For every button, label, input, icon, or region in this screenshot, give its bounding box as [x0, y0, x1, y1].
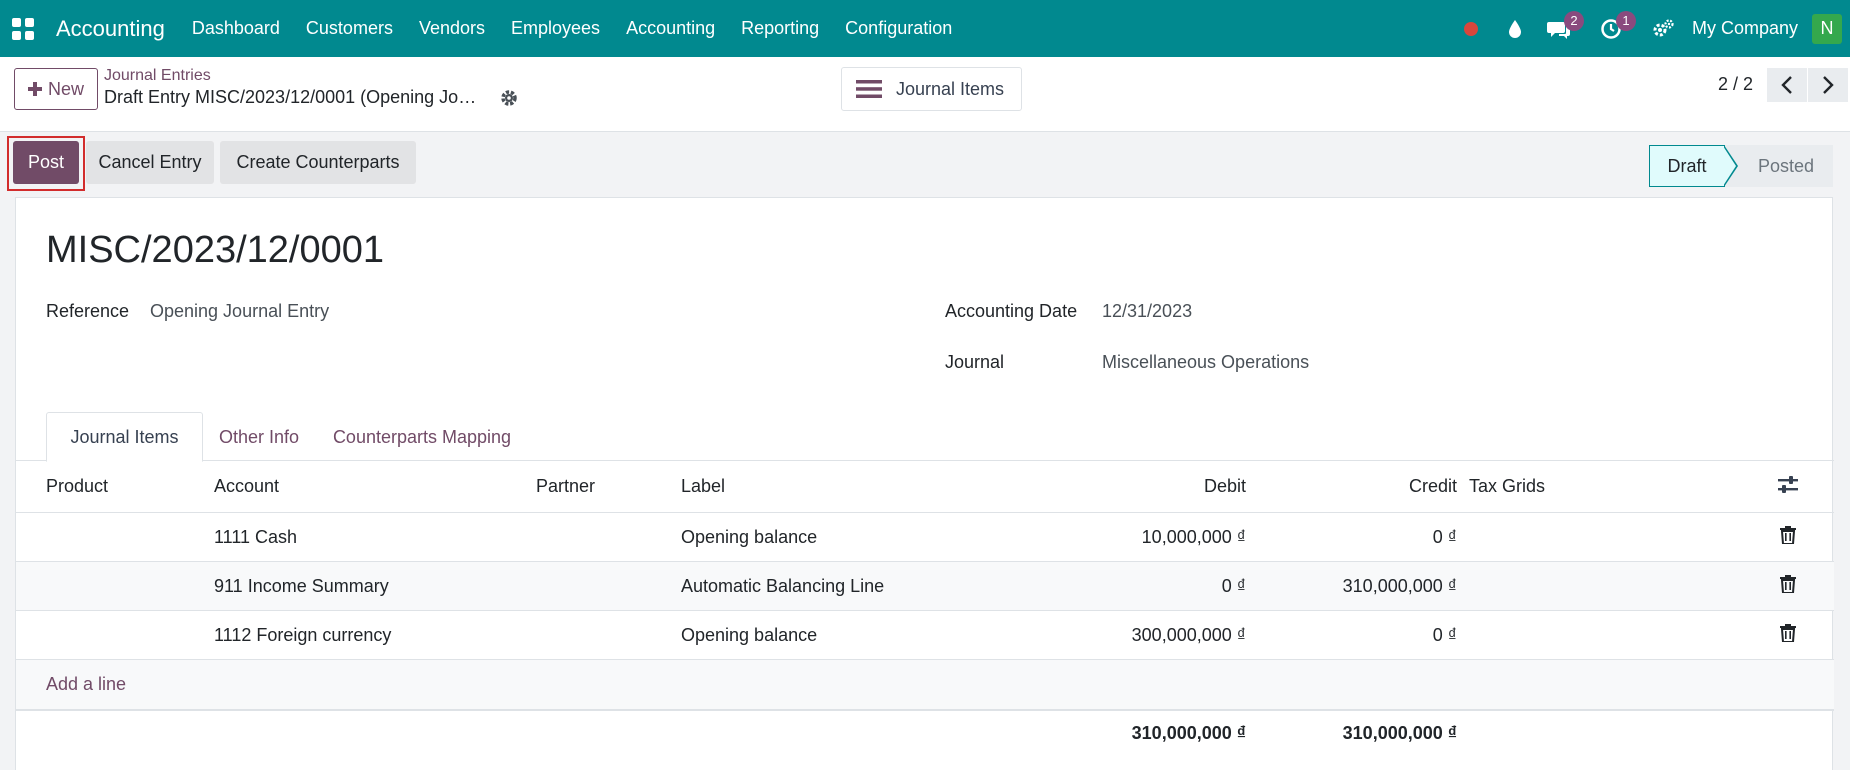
notebook-tabs: Journal Items Other Info Counterparts Ma… [16, 412, 1834, 462]
control-panel: New Journal Entries Draft Entry MISC/202… [0, 57, 1850, 132]
activity-clock-icon[interactable]: 1 [1596, 10, 1636, 44]
row-account[interactable]: 1112 Foreign currency [214, 625, 391, 646]
stage-arrow-fill [1723, 146, 1736, 186]
apps-menu-icon[interactable] [12, 17, 34, 40]
menu-dashboard[interactable]: Dashboard [179, 18, 293, 39]
row-label[interactable]: Automatic Balancing Line [681, 576, 884, 597]
top-navbar: Accounting Dashboard Customers Vendors E… [0, 0, 1850, 57]
row-debit[interactable]: 0 ₫ [1016, 576, 1246, 597]
pager-next-button[interactable] [1808, 68, 1848, 102]
accounting-date-field[interactable]: 12/31/2023 [1102, 301, 1192, 322]
activities-badge: 1 [1615, 10, 1636, 31]
journal-items-label: Journal Items [896, 78, 1005, 99]
stage-posted[interactable]: Posted [1725, 145, 1833, 187]
column-credit[interactable]: Credit [1226, 476, 1457, 497]
menu-vendors[interactable]: Vendors [406, 18, 498, 39]
accounting-date-label: Accounting Date [945, 301, 1078, 321]
tab-counterparts-mapping[interactable]: Counterparts Mapping [326, 412, 518, 462]
column-partner[interactable]: Partner [536, 476, 595, 497]
delete-row-trash-icon[interactable] [1780, 526, 1796, 549]
stage-draft[interactable]: Draft [1649, 145, 1725, 187]
list-bars-icon [856, 80, 882, 98]
row-account[interactable]: 1111 Cash [214, 527, 297, 548]
journal-field[interactable]: Miscellaneous Operations [1102, 352, 1309, 373]
menu-accounting[interactable]: Accounting [613, 18, 728, 39]
table-row[interactable]: 1112 Foreign currency Opening balance 30… [16, 610, 1834, 659]
breadcrumb: Journal Entries Draft Entry MISC/2023/12… [104, 67, 476, 108]
drop-icon[interactable] [1500, 14, 1530, 44]
record-icon[interactable] [1456, 14, 1486, 44]
menu-employees[interactable]: Employees [498, 18, 613, 39]
new-button-label: New [47, 78, 84, 99]
delete-row-trash-icon[interactable] [1780, 624, 1796, 647]
menu-configuration[interactable]: Configuration [832, 18, 965, 39]
delete-row-trash-icon[interactable] [1780, 575, 1796, 598]
table-row[interactable]: 1111 Cash Opening balance 10,000,000 ₫ 0… [16, 512, 1834, 561]
table-row[interactable]: 911 Income Summary Automatic Balancing L… [16, 561, 1834, 610]
journal-label: Journal [945, 352, 1005, 372]
systray: 2 1 My Company N [1442, 0, 1850, 57]
company-switcher[interactable]: My Company [1692, 18, 1798, 39]
entry-title: MISC/2023/12/0001 [46, 229, 385, 271]
row-account[interactable]: 911 Income Summary [214, 576, 389, 597]
column-account[interactable]: Account [214, 476, 279, 497]
row-credit[interactable]: 0 ₫ [1226, 625, 1457, 646]
messages-badge: 2 [1563, 10, 1584, 31]
chevron-right-icon [1823, 76, 1834, 94]
totals-row: 310,000,000 ₫ 310,000,000 ₫ [16, 709, 1834, 770]
row-label[interactable]: Opening balance [681, 527, 817, 548]
column-debit[interactable]: Debit [1016, 476, 1246, 497]
breadcrumb-journal-entries[interactable]: Journal Entries [104, 67, 476, 85]
create-counterparts-button[interactable]: Create Counterparts [220, 141, 416, 184]
row-debit[interactable]: 300,000,000 ₫ [1016, 625, 1246, 646]
post-button[interactable]: Post [13, 141, 79, 184]
settings-gears-icon[interactable] [1648, 14, 1678, 44]
pager-previous-button[interactable] [1767, 68, 1807, 102]
column-product[interactable]: Product [46, 476, 108, 497]
reference-field[interactable]: Opening Journal Entry [150, 301, 329, 322]
column-tax-grids[interactable]: Tax Grids [1469, 476, 1545, 497]
form-sheet: MISC/2023/12/0001 Reference Opening Jour… [15, 197, 1834, 770]
app-brand[interactable]: Accounting [56, 16, 165, 42]
main-menu: Dashboard Customers Vendors Employees Ac… [179, 18, 965, 39]
form-statusbar: Post Cancel Entry Create Counterparts Po… [0, 133, 1850, 197]
tab-other-info[interactable]: Other Info [207, 412, 311, 462]
cancel-entry-button[interactable]: Cancel Entry [86, 141, 214, 184]
row-label[interactable]: Opening balance [681, 625, 817, 646]
journal-items-smart-button[interactable]: Journal Items [841, 67, 1022, 111]
column-label[interactable]: Label [681, 476, 725, 497]
user-avatar[interactable]: N [1812, 13, 1842, 44]
pager-value[interactable]: 2 / 2 [1718, 74, 1753, 95]
menu-customers[interactable]: Customers [293, 18, 406, 39]
tab-journal-items[interactable]: Journal Items [46, 412, 203, 462]
row-debit[interactable]: 10,000,000 ₫ [1016, 527, 1246, 548]
messages-icon[interactable]: 2 [1544, 10, 1584, 44]
add-line-link[interactable]: Add a line [46, 674, 126, 695]
row-credit[interactable]: 310,000,000 ₫ [1226, 576, 1457, 597]
menu-reporting[interactable]: Reporting [728, 18, 832, 39]
chevron-left-icon [1781, 76, 1792, 94]
total-debit: 310,000,000 ₫ [1131, 723, 1246, 743]
reference-label: Reference [46, 301, 130, 321]
add-line-row: Add a line [16, 659, 1834, 709]
total-credit: 310,000,000 ₫ [1342, 723, 1457, 743]
row-credit[interactable]: 0 ₫ [1226, 527, 1457, 548]
plus-icon [27, 82, 42, 96]
new-button[interactable]: New [14, 68, 98, 110]
gear-icon[interactable] [500, 89, 518, 112]
column-settings-sliders-icon[interactable] [1778, 476, 1798, 499]
breadcrumb-current-record: Draft Entry MISC/2023/12/0001 (Opening J… [104, 87, 477, 107]
